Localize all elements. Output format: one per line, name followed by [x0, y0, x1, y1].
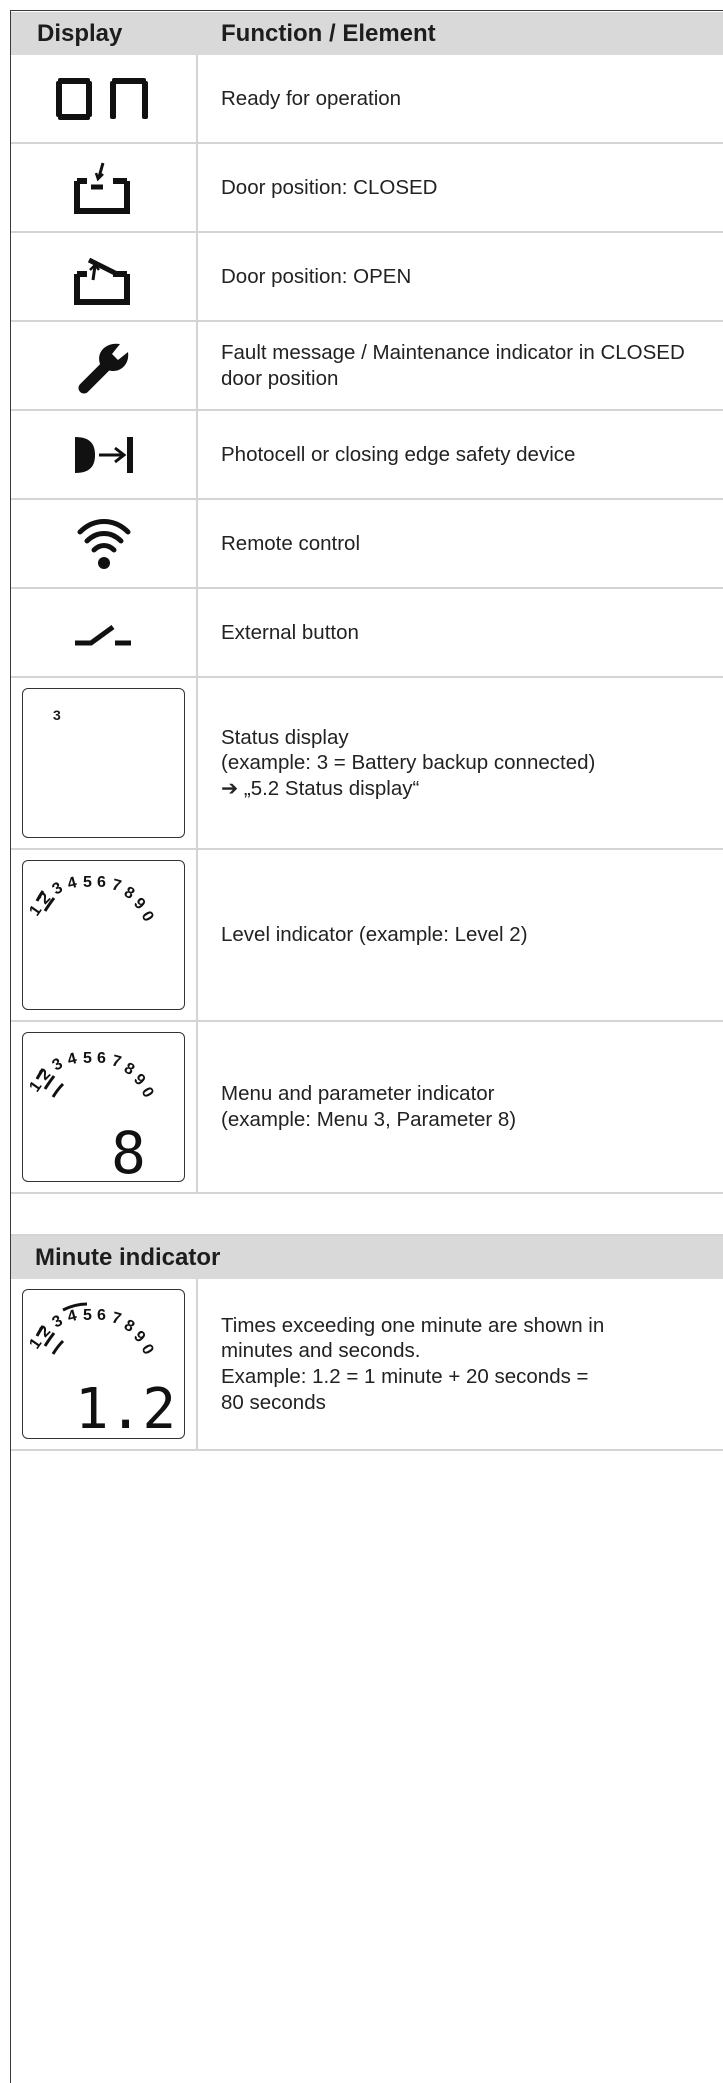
- menu-lcd-icon: 1 2 3 4 5 6 7 8 9 0 8: [22, 1032, 185, 1183]
- door-closed-icon: [73, 162, 130, 214]
- row-text: 80 seconds: [221, 1390, 326, 1414]
- table-row: Photocell or closing edge safety device: [11, 411, 723, 500]
- lcd-scale-digit: 2: [36, 889, 54, 907]
- row-text: Door position: OPEN: [221, 264, 412, 288]
- door-open-icon: [73, 257, 130, 305]
- lcd-scale-digit: 4: [66, 874, 79, 893]
- svg-text:1: 1: [26, 1335, 45, 1352]
- svg-text:9: 9: [130, 1328, 148, 1346]
- lcd-minute-value: 1.2: [75, 1377, 176, 1440]
- lcd-scale-digit: 7: [110, 1052, 123, 1071]
- lcd-scale-digit: 3: [50, 1055, 66, 1074]
- lcd-status-digit: 3: [53, 707, 61, 723]
- table-row: Ready for operation: [11, 55, 723, 144]
- section-header: Minute indicator: [11, 1236, 723, 1279]
- on-display-icon: [55, 77, 148, 120]
- lcd-scale-digit: 1: [26, 902, 45, 919]
- lcd-scale-digit: 0: [138, 1085, 157, 1101]
- table-row: Fault message / Maintenance indicator in…: [11, 322, 723, 411]
- section-title: Minute indicator: [35, 1244, 221, 1271]
- table-row: External button: [11, 589, 723, 678]
- lcd-scale-digit: 4: [66, 1050, 79, 1069]
- svg-text:7: 7: [110, 1309, 123, 1328]
- lcd-scale-digit: 8: [121, 1060, 137, 1079]
- spacer-row: [11, 1194, 723, 1236]
- row-text: Fault message / Maintenance indicator in…: [221, 340, 685, 364]
- row-text: Status display: [221, 725, 349, 749]
- svg-text:8: 8: [121, 1317, 137, 1336]
- svg-text:6: 6: [97, 1307, 106, 1324]
- minute-lcd-icon: 1 2 3 4 5 6 7 8 9 0 1.2: [22, 1289, 185, 1440]
- wrench-icon: [78, 343, 128, 393]
- row-text: Level indicator (example: Level 2): [221, 923, 528, 947]
- row-text: Door position: CLOSED: [221, 175, 438, 199]
- lcd-scale-digit: 7: [110, 876, 123, 895]
- lcd-scale-digit: 6: [97, 1050, 106, 1067]
- row-text: Ready for operation: [221, 86, 402, 110]
- lcd-scale-digit: 8: [121, 884, 137, 903]
- row-text: (example: 3 = Battery backup connected): [221, 751, 596, 775]
- row-text: External button: [221, 620, 359, 644]
- lcd-scale-digit: 5: [83, 1050, 92, 1067]
- row-text: Times exceeding one minute are shown in: [221, 1313, 605, 1337]
- lcd-scale-digit: 9: [130, 1071, 148, 1089]
- row-text: Menu and parameter indicator: [221, 1082, 495, 1106]
- svg-text:3: 3: [50, 1312, 66, 1331]
- table-row: Remote control: [11, 500, 723, 589]
- svg-text:5: 5: [83, 1307, 92, 1324]
- svg-text:0: 0: [138, 1342, 157, 1358]
- status-lcd-icon: 3: [22, 688, 185, 838]
- lcd-scale-digit: 6: [97, 874, 106, 891]
- row-text: Remote control: [221, 531, 361, 555]
- lcd-scale-digit: 1: [26, 1078, 45, 1095]
- lcd-scale-digit: 3: [50, 879, 66, 898]
- row-text: door position: [221, 366, 339, 390]
- table-row: 3 Status display (example: 3 = Battery b…: [11, 678, 723, 850]
- column-header-display: Display: [37, 20, 123, 47]
- photocell-icon: [74, 436, 133, 473]
- level-lcd-icon: 1 2 3 4 5 6 7 8 9 0: [22, 860, 185, 1010]
- lcd-parameter-value: 8: [111, 1119, 146, 1183]
- table-row: 1 2 3 4 5 6 7 8 9 0 8 Menu and parameter…: [11, 1022, 723, 1194]
- lcd-scale-digit: 9: [130, 895, 148, 913]
- table-row: 1 2 3 4 5 6 7 8 9 0 1.2 Times exceeding …: [11, 1279, 723, 1451]
- status-display-reference: ➔ „5.2 Status display“: [221, 776, 420, 800]
- svg-text:4: 4: [66, 1307, 79, 1326]
- table-row: Door position: CLOSED: [11, 144, 723, 233]
- lcd-scale-digit: 5: [83, 874, 92, 891]
- external-button-icon: [74, 624, 131, 645]
- lcd-scale-digit: 0: [138, 909, 157, 925]
- row-text: minutes and seconds.: [221, 1339, 421, 1363]
- table-row: 1 2 3 4 5 6 7 8 9 0 Level indicator (exa…: [11, 850, 723, 1022]
- row-text: Photocell or closing edge safety device: [221, 442, 576, 466]
- row-text: (example: Menu 3, Parameter 8): [221, 1108, 517, 1131]
- remote-signal-icon: [77, 518, 130, 569]
- column-header-function: Function / Element: [221, 20, 436, 47]
- row-text: Example: 1.2 = 1 minute + 20 seconds =: [221, 1365, 589, 1388]
- table-row: Door position: OPEN: [11, 233, 723, 322]
- table-header: Display Function / Element: [11, 12, 723, 55]
